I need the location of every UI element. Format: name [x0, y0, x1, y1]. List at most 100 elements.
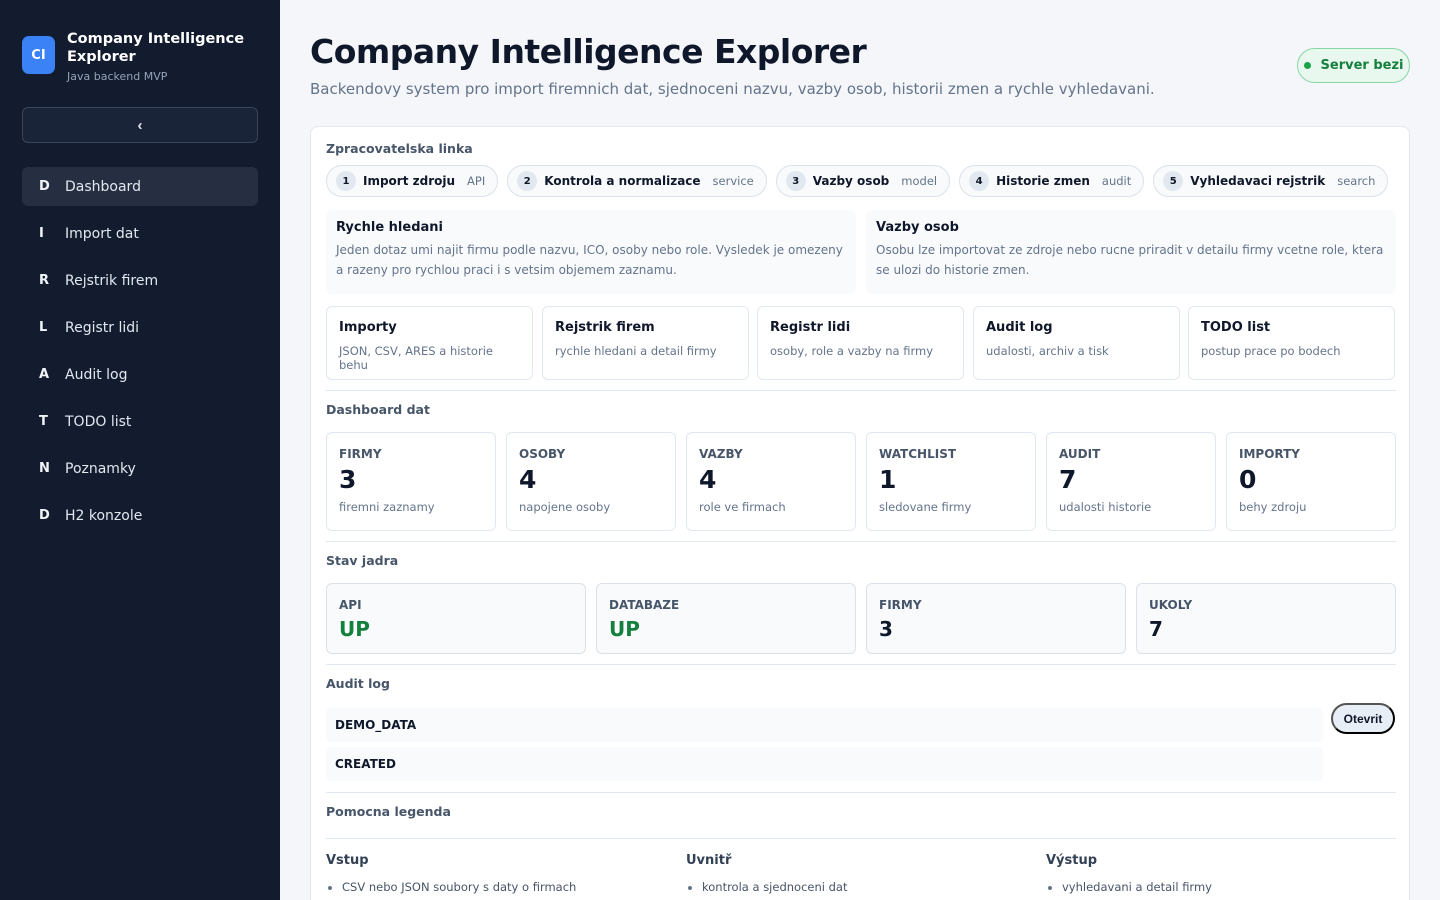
sidebar-item-registr[interactable]: L Registr lidi	[22, 308, 258, 347]
core-card-databaze: DATABAZE UP	[596, 583, 856, 654]
step-number: 5	[1163, 171, 1184, 191]
core-value: UP	[609, 617, 640, 641]
sidebar-item-todo[interactable]: T TODO list	[22, 402, 258, 441]
sidebar-item-dashboard[interactable]: D Dashboard	[22, 167, 258, 206]
stat-value: 3	[339, 465, 357, 494]
divider	[326, 390, 1396, 391]
audit-label: Audit log	[326, 676, 390, 691]
sidebar-item-audit[interactable]: A Audit log	[22, 355, 258, 394]
audit-row[interactable]: CREATED	[326, 747, 1323, 781]
core-card-api: API UP	[326, 583, 586, 654]
step-number: 3	[785, 171, 806, 191]
core-label: FIRMY	[879, 598, 922, 612]
chevron-left-icon: ‹	[137, 116, 143, 134]
stat-value: 4	[699, 465, 717, 494]
step-label: Vazby osob	[812, 174, 890, 188]
module-card-registr[interactable]: Registr lidi osoby, role a vazby na firmy	[757, 306, 964, 380]
stat-value: 4	[519, 465, 537, 494]
content-panel: Zpracovatelska linka 1 Import zdroju API 2…	[310, 126, 1410, 900]
core-value: 7	[1149, 617, 1163, 641]
info-text: Jeden dotaz umi najit firmu podle nazvu,…	[336, 243, 843, 277]
sidebar-item-rejstrik[interactable]: R Rejstrik firem	[22, 261, 258, 300]
info-card-persons: Vazby osob Osobu lze importovat ze zdroj…	[866, 210, 1396, 294]
legend-label: Pomocna legenda	[326, 804, 451, 819]
divider	[326, 792, 1396, 793]
module-card-todo[interactable]: TODO list postup prace po bodech	[1188, 306, 1395, 380]
info-title: Vazby osob	[876, 220, 959, 235]
stat-card-firmy: FIRMY 3 firemni zaznamy	[326, 432, 496, 531]
stat-label: IMPORTY	[1239, 447, 1300, 461]
legend-item: kontrola a sjednoceni dat	[686, 880, 1026, 894]
pipeline-step[interactable]: 4 Historie zmen audit	[959, 165, 1145, 197]
core-card-firmy: FIRMY 3	[866, 583, 1126, 654]
stat-card-vazby: VAZBY 4 role ve firmach	[686, 432, 856, 531]
module-card-rejstrik[interactable]: Rejstrik firem rychle hledani a detail fi…	[542, 306, 749, 380]
pipeline-step[interactable]: 3 Vazby osob model	[775, 165, 951, 197]
brand-subtitle: Java backend MVP	[67, 70, 168, 83]
stat-label: FIRMY	[339, 447, 382, 461]
stat-label: AUDIT	[1059, 447, 1101, 461]
module-title: Registr lidi	[770, 320, 851, 335]
sidebar-item-poznamky[interactable]: N Poznamky	[22, 449, 258, 488]
stat-desc: behy zdroju	[1239, 500, 1307, 514]
core-value: 3	[879, 617, 893, 641]
stat-label: WATCHLIST	[879, 447, 957, 461]
sidebar-item-import[interactable]: I Import dat	[22, 214, 258, 253]
step-tag: API	[467, 174, 486, 188]
brand: CI Company Intelligence Explorer Java ba…	[22, 30, 257, 83]
stat-desc: udalosti historie	[1059, 500, 1152, 514]
nav-letter-icon: A	[39, 367, 50, 382]
step-label: Vyhledavaci rejstrik	[1190, 174, 1326, 188]
stat-desc: firemni zaznamy	[339, 500, 435, 514]
module-title: Rejstrik firem	[555, 320, 655, 335]
main: Company Intelligence Explorer Backendovy…	[280, 0, 1440, 900]
nav-letter-icon: N	[39, 461, 50, 476]
sidebar-item-label: Registr lidi	[65, 319, 140, 336]
legend-item: CSV nebo JSON soubory s daty o firmach	[326, 880, 666, 894]
legend-item: vyhledavani a detail firmy	[1046, 880, 1386, 894]
pipeline-label: Zpracovatelska linka	[326, 141, 473, 156]
stat-card-watchlist: WATCHLIST 1 sledovane firmy	[866, 432, 1036, 531]
stat-card-osoby: OSOBY 4 napojene osoby	[506, 432, 676, 531]
pipeline-step[interactable]: 1 Import zdroju API	[326, 165, 499, 197]
module-card-importy[interactable]: Importy JSON, CSV, ARES a historie behu	[326, 306, 533, 380]
module-desc: postup prace po bodech	[1201, 344, 1341, 358]
status-badge: Server bezi	[1297, 48, 1410, 83]
brand-logo: CI	[22, 36, 55, 74]
step-tag: service	[712, 174, 754, 188]
dashboard-label: Dashboard dat	[326, 402, 430, 417]
step-number: 4	[969, 171, 990, 191]
status-dot-icon	[1303, 62, 1311, 69]
step-number: 2	[517, 171, 538, 191]
audit-row[interactable]: DEMO_DATA	[326, 708, 1323, 742]
core-label: UKOLY	[1149, 598, 1193, 612]
info-card-search: Rychle hledani Jeden dotaz umi najit fir…	[326, 210, 856, 294]
divider	[326, 541, 1396, 542]
pipeline-step[interactable]: 5 Vyhledavaci rejstrik search	[1153, 165, 1389, 197]
sidebar-item-h2[interactable]: D H2 konzole	[22, 496, 258, 535]
core-label: API	[339, 598, 362, 612]
stat-label: OSOBY	[519, 447, 566, 461]
status-text: Server bezi	[1320, 58, 1404, 73]
info-text: Osobu lze importovat ze zdroje nebo rucn…	[876, 243, 1384, 277]
stat-card-importy: IMPORTY 0 behy zdroju	[1226, 432, 1396, 531]
nav-letter-icon: D	[39, 179, 50, 194]
module-desc: osoby, role a vazby na firmy	[770, 344, 934, 358]
stat-card-audit: AUDIT 7 udalosti historie	[1046, 432, 1216, 531]
step-label: Kontrola a normalizace	[544, 174, 701, 188]
stat-desc: sledovane firmy	[879, 500, 972, 514]
module-card-audit[interactable]: Audit log udalosti, archiv a tisk	[973, 306, 1180, 380]
sidebar-item-label: Rejstrik firem	[65, 272, 159, 289]
module-desc: JSON, CSV, ARES a historie behu	[339, 344, 493, 372]
nav-letter-icon: R	[39, 273, 50, 288]
sidebar-nav: D Dashboard I Import dat R Rejstrik firem L…	[22, 167, 258, 543]
module-desc: rychle hledani a detail firmy	[555, 344, 717, 358]
open-audit-button[interactable]: Otevrit	[1331, 703, 1395, 734]
sidebar: CI Company Intelligence Explorer Java ba…	[0, 0, 280, 900]
legend-title: Uvnitř	[686, 853, 732, 868]
collapse-sidebar-button[interactable]: ‹	[22, 107, 258, 143]
sidebar-item-label: TODO list	[65, 413, 132, 430]
brand-title: Company Intelligence Explorer	[67, 31, 245, 65]
pipeline-step[interactable]: 2 Kontrola a normalizace service	[507, 165, 767, 197]
legend-column-vystup: Výstup vyhledavani a detail firmy	[1046, 853, 1386, 894]
